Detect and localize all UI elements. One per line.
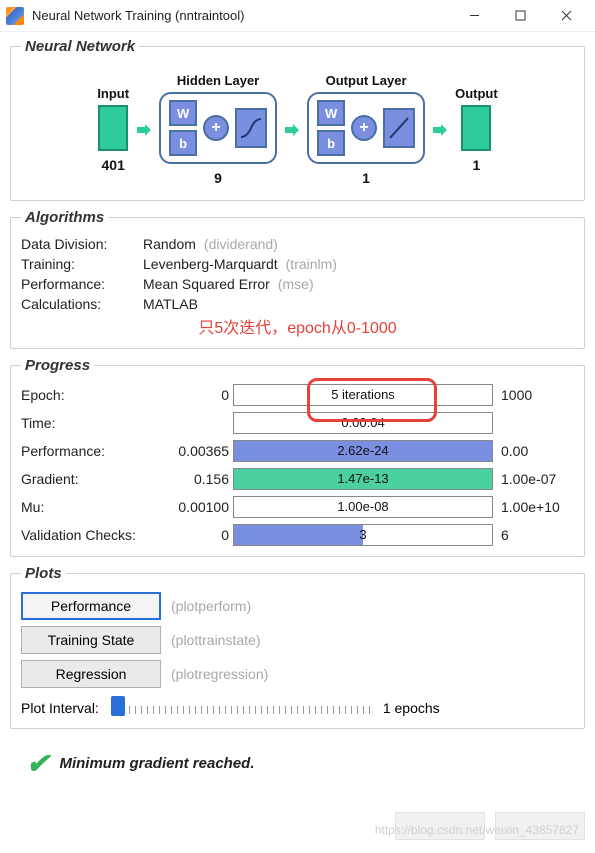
status-message: Minimum gradient reached.: [59, 755, 254, 772]
progress-bar: 1.47e-13: [233, 468, 493, 490]
progress-max: 1000: [493, 387, 573, 403]
output-label: Output Layer: [326, 73, 407, 88]
arrow-icon: [433, 123, 447, 137]
titlebar: Neural Network Training (nntraintool): [0, 0, 595, 32]
arrow-icon: [137, 123, 151, 137]
neural-network-section: Neural Network Input 401 Hidden Layer W …: [10, 38, 585, 201]
input-block: [98, 105, 128, 151]
plot-interval-slider[interactable]: [111, 698, 371, 718]
purelin-icon: [383, 108, 415, 148]
algo-label: Performance:: [21, 276, 139, 292]
algo-value: MATLAB: [143, 296, 574, 312]
algo-value: Mean Squared Error(mse): [143, 276, 574, 292]
progress-label: Validation Checks:: [21, 527, 161, 543]
progress-bar: 3: [233, 524, 493, 546]
progress-bar: 1.00e-08: [233, 496, 493, 518]
section-legend: Neural Network: [21, 38, 139, 55]
matlab-icon: [6, 7, 24, 25]
input-size: 401: [102, 157, 125, 173]
progress-value: 3: [234, 527, 492, 542]
progress-label: Gradient:: [21, 471, 161, 487]
hidden-size: 9: [214, 170, 222, 186]
plot-button-performance[interactable]: Performance: [21, 592, 161, 620]
sum-icon: +: [203, 115, 229, 141]
hidden-label: Hidden Layer: [177, 73, 259, 88]
section-legend: Plots: [21, 565, 66, 582]
progress-min: 0.156: [161, 471, 233, 487]
progress-bar: 5 iterations: [233, 384, 493, 406]
plot-button-regression[interactable]: Regression: [21, 660, 161, 688]
bias-box: b: [317, 130, 345, 156]
output-layer: W b +: [307, 92, 425, 164]
arrow-icon: [285, 123, 299, 137]
network-diagram: Input 401 Hidden Layer W b + 9 Output La…: [21, 65, 574, 190]
algo-subtext: (dividerand): [204, 236, 278, 252]
algo-label: Data Division:: [21, 236, 139, 252]
close-button[interactable]: [543, 0, 589, 32]
progress-max: 1.00e-07: [493, 471, 573, 487]
plot-subtext: (plotregression): [171, 666, 268, 682]
maximize-button[interactable]: [497, 0, 543, 32]
watermark-text: https://blog.csdn.net/weixin_43857827: [375, 823, 579, 837]
algo-value: Levenberg-Marquardt(trainlm): [143, 256, 574, 272]
result-size: 1: [472, 157, 480, 173]
algo-label: Calculations:: [21, 296, 139, 312]
algo-subtext: (trainlm): [286, 256, 337, 272]
weight-box: W: [169, 100, 197, 126]
algo-label: Training:: [21, 256, 139, 272]
minimize-button[interactable]: [451, 0, 497, 32]
red-annotation: 只5次迭代，epoch从0-1000: [21, 314, 574, 338]
progress-value: 1.47e-13: [234, 471, 492, 486]
progress-section: Progress Epoch:05 iterations1000Time:0:0…: [10, 357, 585, 557]
progress-label: Performance:: [21, 443, 161, 459]
input-label: Input: [97, 86, 129, 101]
status-row: ✔ Minimum gradient reached.: [10, 737, 585, 790]
plot-interval-label: Plot Interval:: [21, 700, 99, 716]
progress-bar: 0:00:04: [233, 412, 493, 434]
plot-subtext: (plottrainstate): [171, 632, 260, 648]
sum-icon: +: [351, 115, 377, 141]
section-legend: Algorithms: [21, 209, 108, 226]
slider-thumb-icon[interactable]: [111, 696, 125, 716]
section-legend: Progress: [21, 357, 94, 374]
plot-button-training-state[interactable]: Training State: [21, 626, 161, 654]
progress-label: Epoch:: [21, 387, 161, 403]
progress-max: 0.00: [493, 443, 573, 459]
result-label: Output: [455, 86, 498, 101]
bias-box: b: [169, 130, 197, 156]
progress-value: 5 iterations: [234, 387, 492, 402]
weight-box: W: [317, 100, 345, 126]
output-size: 1: [362, 170, 370, 186]
progress-min: 0.00100: [161, 499, 233, 515]
output-block: [461, 105, 491, 151]
progress-label: Mu:: [21, 499, 161, 515]
checkmark-icon: ✔: [26, 747, 49, 780]
window-title: Neural Network Training (nntraintool): [32, 8, 451, 23]
progress-max: 1.00e+10: [493, 499, 573, 515]
progress-label: Time:: [21, 415, 161, 431]
progress-max: 6: [493, 527, 573, 543]
tansig-icon: [235, 108, 267, 148]
algo-value: Random(dividerand): [143, 236, 574, 252]
progress-min: 0.00365: [161, 443, 233, 459]
footer: https://blog.csdn.net/weixin_43857827: [389, 812, 585, 843]
hidden-layer: W b +: [159, 92, 277, 164]
plots-section: Plots Performance (plotperform) Training S…: [10, 565, 585, 729]
plot-subtext: (plotperform): [171, 598, 251, 614]
algo-subtext: (mse): [278, 276, 314, 292]
progress-min: 0: [161, 527, 233, 543]
algorithms-section: Algorithms Data Division:Random(dividera…: [10, 209, 585, 349]
plot-interval-value: 1 epochs: [383, 700, 440, 716]
progress-value: 0:00:04: [234, 415, 492, 430]
progress-min: 0: [161, 387, 233, 403]
progress-bar: 2.62e-24: [233, 440, 493, 462]
progress-value: 1.00e-08: [234, 499, 492, 514]
progress-value: 2.62e-24: [234, 443, 492, 458]
